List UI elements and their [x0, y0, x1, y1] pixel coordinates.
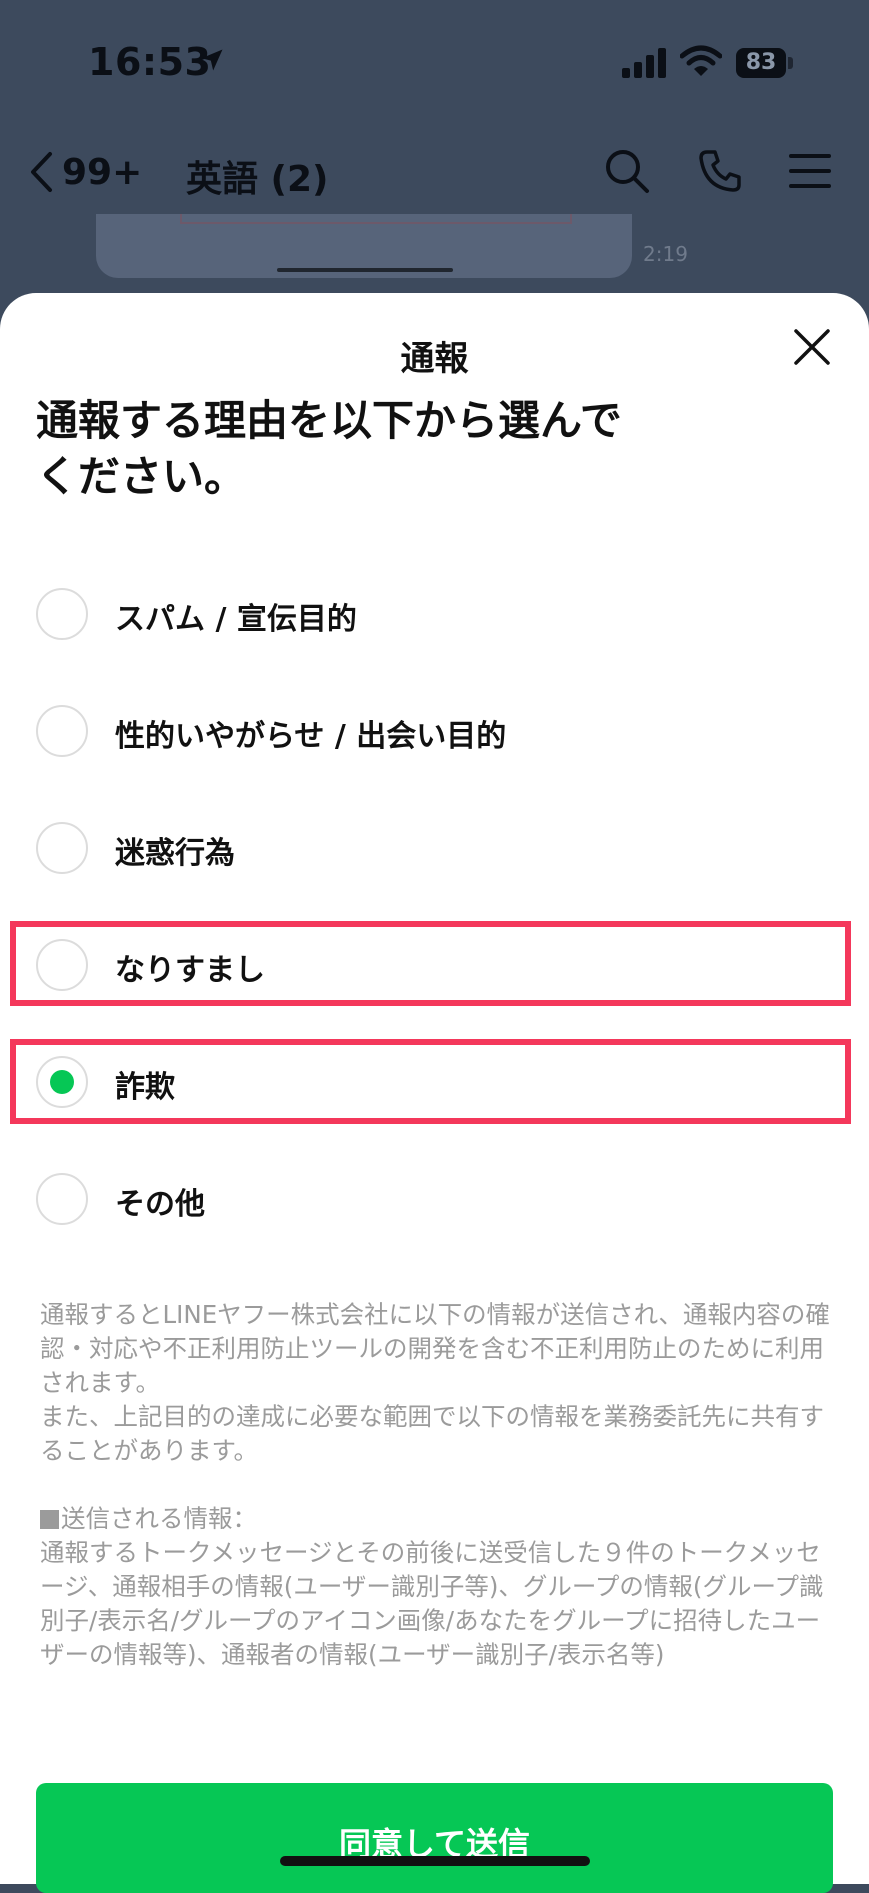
- chat-title: 英語 (2): [186, 159, 329, 200]
- menu-icon[interactable]: [785, 146, 835, 196]
- radio-button[interactable]: [36, 1173, 88, 1225]
- battery-level: 83: [745, 50, 777, 75]
- location-arrow-icon: [201, 49, 223, 71]
- status-bar: 16:53 83: [0, 0, 869, 120]
- notice-body: 通報するトークメッセージとその前後に送受信した９件のトークメッセージ、通報相手の…: [40, 1538, 824, 1669]
- option-sexual-harassment[interactable]: 性的いやがらせ / 出会い目的: [0, 681, 869, 781]
- highlight-box-impersonation: [10, 921, 851, 1006]
- search-icon[interactable]: [602, 146, 652, 196]
- option-label: 迷惑行為: [115, 836, 235, 871]
- sheet-title: 通報: [400, 339, 469, 379]
- radio-button[interactable]: [36, 822, 88, 874]
- option-label: スパム / 宣伝目的: [115, 602, 357, 637]
- agree-and-send-button[interactable]: 同意して送信: [36, 1783, 833, 1893]
- phone-icon[interactable]: [695, 146, 745, 196]
- home-indicator: [280, 1856, 590, 1866]
- chat-header: 99+ 英語 (2): [0, 130, 869, 210]
- cellular-signal-icon: [622, 48, 666, 78]
- radio-button[interactable]: [36, 588, 88, 640]
- notice-paragraph-2: また、上記目的の達成に必要な範囲で以下の情報を業務委託先に共有することがあります…: [40, 1402, 824, 1465]
- back-button[interactable]: 99+: [28, 146, 142, 198]
- chat-message-divider: [277, 268, 453, 272]
- chat-message-border: [180, 214, 572, 224]
- square-bullet-icon: [40, 1510, 59, 1529]
- report-sheet: 通報 通報する理由を以下から選んでください。 スパム / 宣伝目的 性的いやがら…: [0, 293, 869, 1893]
- notice-heading-text: 送信される情報：: [61, 1504, 257, 1533]
- close-icon[interactable]: [790, 325, 834, 369]
- highlight-box-fraud: [10, 1039, 851, 1124]
- status-time: 16:53: [88, 40, 212, 84]
- message-time: 2:19: [643, 242, 688, 266]
- option-nuisance[interactable]: 迷惑行為: [0, 798, 869, 898]
- option-label: その他: [115, 1187, 205, 1222]
- dimmed-chat-background: 16:53 83 99+ 英語 (2) 2:19: [0, 0, 869, 320]
- report-heading: 通報する理由を以下から選んでください。: [36, 396, 622, 501]
- radio-button[interactable]: [36, 705, 88, 757]
- option-other[interactable]: その他: [0, 1149, 869, 1249]
- notice-paragraph-1: 通報するとLINEヤフー株式会社に以下の情報が送信され、通報内容の確認・対応や不…: [40, 1300, 830, 1397]
- notice-heading: 送信される情報：: [40, 1502, 840, 1536]
- wifi-icon: [680, 45, 722, 76]
- option-label: 性的いやがらせ / 出会い目的: [115, 719, 507, 754]
- option-spam[interactable]: スパム / 宣伝目的: [0, 564, 869, 664]
- chevron-left-icon: [31, 152, 52, 192]
- battery-cap: [788, 57, 793, 69]
- unread-count: 99+: [62, 151, 143, 193]
